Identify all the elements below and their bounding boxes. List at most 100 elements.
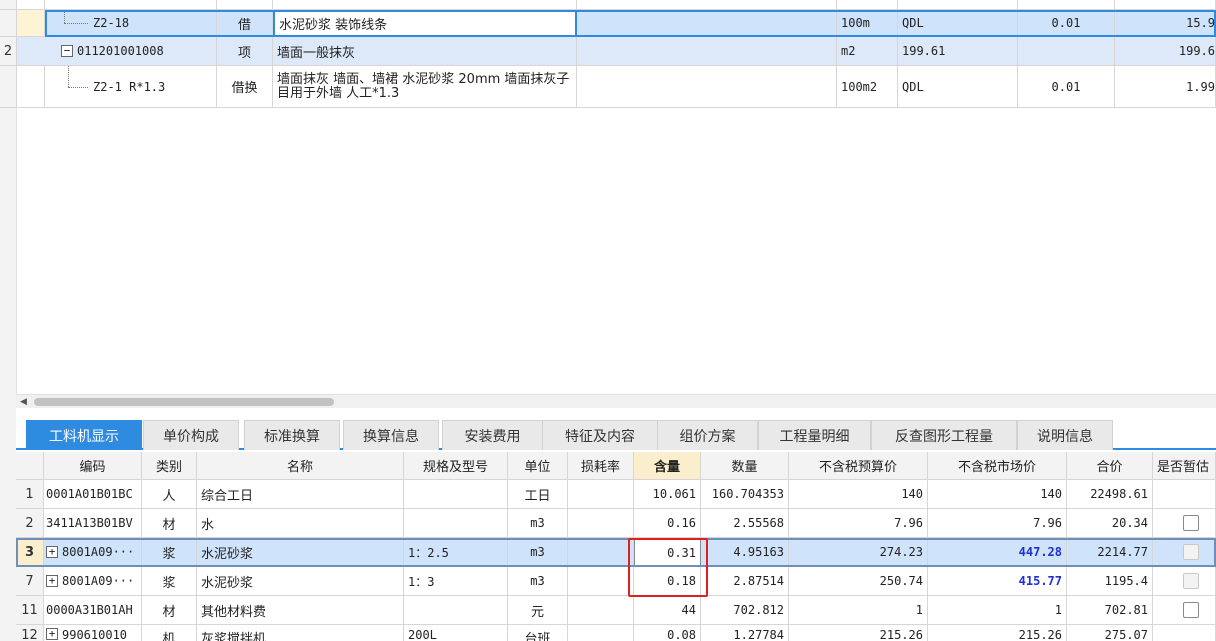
qty-expr-cell[interactable]: QDL (898, 10, 1018, 37)
unit-cell[interactable]: m2 (837, 37, 898, 66)
name-cell[interactable]: 墙面一般抹灰 (273, 37, 577, 66)
content-cell[interactable]: 0.01 (1018, 10, 1115, 37)
tab-features-content[interactable]: 特征及内容 (542, 420, 658, 450)
content-cell[interactable]: 0.08 (634, 625, 701, 641)
category-cell[interactable]: 人 (142, 480, 197, 509)
spec-cell[interactable]: 1：2.5 (404, 538, 508, 567)
feature-cell[interactable] (577, 66, 837, 108)
name-cell[interactable]: 其他材料费 (197, 596, 404, 625)
market-price-cell[interactable]: 215.26 (928, 625, 1067, 641)
quantity-cell[interactable]: 2.55568 (701, 509, 789, 538)
header-quantity[interactable]: 数量 (701, 452, 789, 480)
tab-standard-conversion[interactable]: 标准换算 (244, 420, 340, 450)
header-market-price[interactable]: 不含税市场价 (928, 452, 1067, 480)
unit-cell[interactable]: m3 (508, 567, 568, 596)
category-cell[interactable]: 材 (142, 509, 197, 538)
code-cell[interactable]: + 990610010 (44, 625, 142, 641)
qty-cell[interactable]: 1.99 (1115, 66, 1216, 108)
expand-icon[interactable]: + (46, 546, 58, 558)
header-provisional[interactable]: 是否暂估 (1153, 452, 1216, 480)
market-price-cell[interactable]: 7.96 (928, 509, 1067, 538)
quantity-cell[interactable]: 702.812 (701, 596, 789, 625)
unit-cell[interactable]: 元 (508, 596, 568, 625)
qty-expr-cell[interactable]: 199.61 (898, 37, 1018, 66)
category-cell[interactable]: 材 (142, 596, 197, 625)
name-cell[interactable]: 水 (197, 509, 404, 538)
code-cell[interactable]: + 8001A09··· (44, 567, 142, 596)
tab-conversion-info[interactable]: 换算信息 (343, 420, 439, 450)
total-cell[interactable]: 1195.4 (1067, 567, 1153, 596)
scrollbar-thumb[interactable] (34, 398, 334, 406)
tab-installation-fee[interactable]: 安装费用 (442, 420, 543, 450)
horizontal-scrollbar[interactable]: ◀ (16, 394, 1216, 408)
total-cell[interactable]: 702.81 (1067, 596, 1153, 625)
name-cell[interactable]: 水泥砂浆 (197, 567, 404, 596)
quantity-cell[interactable]: 2.87514 (701, 567, 789, 596)
header-total[interactable]: 合价 (1067, 452, 1153, 480)
unit-cell[interactable]: 工日 (508, 480, 568, 509)
tab-description-info[interactable]: 说明信息 (1017, 420, 1113, 450)
loss-rate-cell[interactable] (568, 625, 634, 641)
category-cell[interactable]: 浆 (142, 567, 197, 596)
category-cell[interactable]: 浆 (142, 538, 197, 567)
spec-cell[interactable]: 1：3 (404, 567, 508, 596)
market-price-cell[interactable]: 140 (928, 480, 1067, 509)
tab-reverse-lookup-graphics[interactable]: 反查图形工程量 (871, 420, 1017, 450)
tab-unit-price-composition[interactable]: 单价构成 (143, 420, 239, 450)
loss-rate-cell[interactable] (568, 509, 634, 538)
type-cell[interactable]: 借换 (217, 66, 273, 108)
tab-labor-material-machine[interactable]: 工料机显示 (26, 420, 142, 450)
total-cell[interactable]: 22498.61 (1067, 480, 1153, 509)
spec-cell[interactable] (404, 509, 508, 538)
header-code[interactable]: 编码 (44, 452, 142, 480)
loss-rate-cell[interactable] (568, 480, 634, 509)
header-name[interactable]: 名称 (197, 452, 404, 480)
unit-cell[interactable]: m3 (508, 538, 568, 567)
budget-price-cell[interactable]: 140 (789, 480, 928, 509)
total-cell[interactable]: 275.07 (1067, 625, 1153, 641)
total-cell[interactable]: 2214.77 (1067, 538, 1153, 567)
tab-quantity-details[interactable]: 工程量明细 (758, 420, 871, 450)
expand-icon[interactable]: + (46, 628, 58, 640)
code-cell[interactable]: 3411A13B01BV (44, 509, 142, 538)
market-price-cell[interactable]: 447.28 (928, 538, 1067, 567)
feature-cell[interactable] (577, 37, 837, 66)
content-cell[interactable]: 0.16 (634, 509, 701, 538)
code-cell[interactable]: + 8001A09··· (44, 538, 142, 567)
type-cell[interactable]: 借 (217, 10, 273, 37)
qty-cell[interactable]: 15.9 (1115, 10, 1216, 37)
content-cell-editing[interactable]: 0.31 (634, 538, 701, 567)
quantity-cell[interactable]: 1.27784 (701, 625, 789, 641)
spec-cell[interactable] (404, 480, 508, 509)
budget-price-cell[interactable]: 250.74 (789, 567, 928, 596)
content-cell[interactable] (1018, 37, 1115, 66)
name-cell[interactable]: 墙面抹灰 墙面、墙裙 水泥砂浆 20mm 墙面抹灰子目用于外墙 人工*1.3 (273, 66, 577, 108)
budget-price-cell[interactable]: 7.96 (789, 509, 928, 538)
unit-cell[interactable]: 台班 (508, 625, 568, 641)
unit-cell[interactable]: 100m2 (837, 66, 898, 108)
category-cell[interactable]: 机 (142, 625, 197, 641)
header-budget-price[interactable]: 不含税预算价 (789, 452, 928, 480)
tab-pricing-scheme[interactable]: 组价方案 (657, 420, 758, 450)
market-price-cell[interactable]: 415.77 (928, 567, 1067, 596)
spec-cell[interactable] (404, 596, 508, 625)
code-cell[interactable]: 0000A31B01AH (44, 596, 142, 625)
name-cell[interactable]: 灰浆搅拌机 (197, 625, 404, 641)
content-cell[interactable]: 0.01 (1018, 66, 1115, 108)
budget-price-cell[interactable]: 215.26 (789, 625, 928, 641)
loss-rate-cell[interactable] (568, 567, 634, 596)
name-cell[interactable]: 综合工日 (197, 480, 404, 509)
budget-price-cell[interactable]: 274.23 (789, 538, 928, 567)
header-loss-rate[interactable]: 损耗率 (568, 452, 634, 480)
loss-rate-cell[interactable] (568, 538, 634, 567)
provisional-checkbox[interactable] (1183, 515, 1199, 531)
type-cell[interactable]: 项 (217, 37, 273, 66)
header-spec[interactable]: 规格及型号 (404, 452, 508, 480)
scroll-left-icon[interactable]: ◀ (20, 397, 27, 407)
code-cell[interactable]: − 011201001008 (17, 37, 217, 66)
content-cell[interactable]: 10.061 (634, 480, 701, 509)
code-cell[interactable]: 0001A01B01BC (44, 480, 142, 509)
header-category[interactable]: 类别 (142, 452, 197, 480)
qty-expr-cell[interactable]: QDL (898, 66, 1018, 108)
unit-cell[interactable]: 100m (837, 10, 898, 37)
